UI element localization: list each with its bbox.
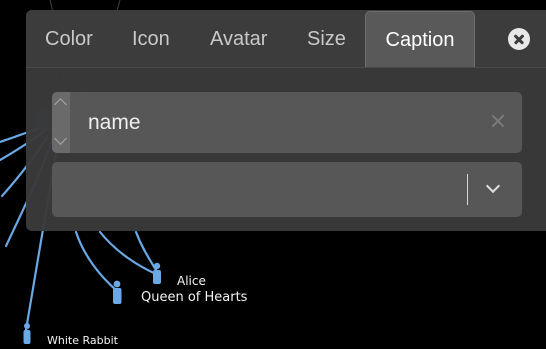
person-icon <box>153 262 161 284</box>
person-icon <box>23 323 31 344</box>
tab-avatar[interactable]: Avatar <box>210 10 267 68</box>
caption-select[interactable] <box>52 162 522 217</box>
select-divider <box>467 174 468 205</box>
chevron-down-icon[interactable] <box>54 132 67 145</box>
close-icon[interactable] <box>508 28 530 50</box>
clear-icon[interactable] <box>489 112 507 130</box>
graph-edge <box>98 230 158 276</box>
chevron-down-icon[interactable] <box>485 178 501 194</box>
tab-caption[interactable]: Caption <box>365 11 475 68</box>
chevron-up-icon[interactable] <box>54 98 67 111</box>
caption-field[interactable]: name <box>52 92 522 153</box>
node-label-queen-of-hearts: Queen of Hearts <box>141 290 248 305</box>
style-panel: Color Icon Avatar Size Caption name <box>26 10 546 231</box>
tab-size[interactable]: Size <box>307 10 346 68</box>
node-label-alice: Alice <box>177 274 206 288</box>
reorder-stepper[interactable] <box>52 92 70 153</box>
person-icon <box>113 280 122 304</box>
node-label-white-rabbit: White Rabbit <box>47 334 118 347</box>
tab-icon[interactable]: Icon <box>132 10 170 68</box>
caption-field-value[interactable]: name <box>88 92 141 153</box>
tab-color[interactable]: Color <box>45 10 93 68</box>
graph-edge <box>74 230 118 292</box>
tab-bar: Color Icon Avatar Size Caption <box>26 10 546 68</box>
tab-divider <box>26 67 546 68</box>
